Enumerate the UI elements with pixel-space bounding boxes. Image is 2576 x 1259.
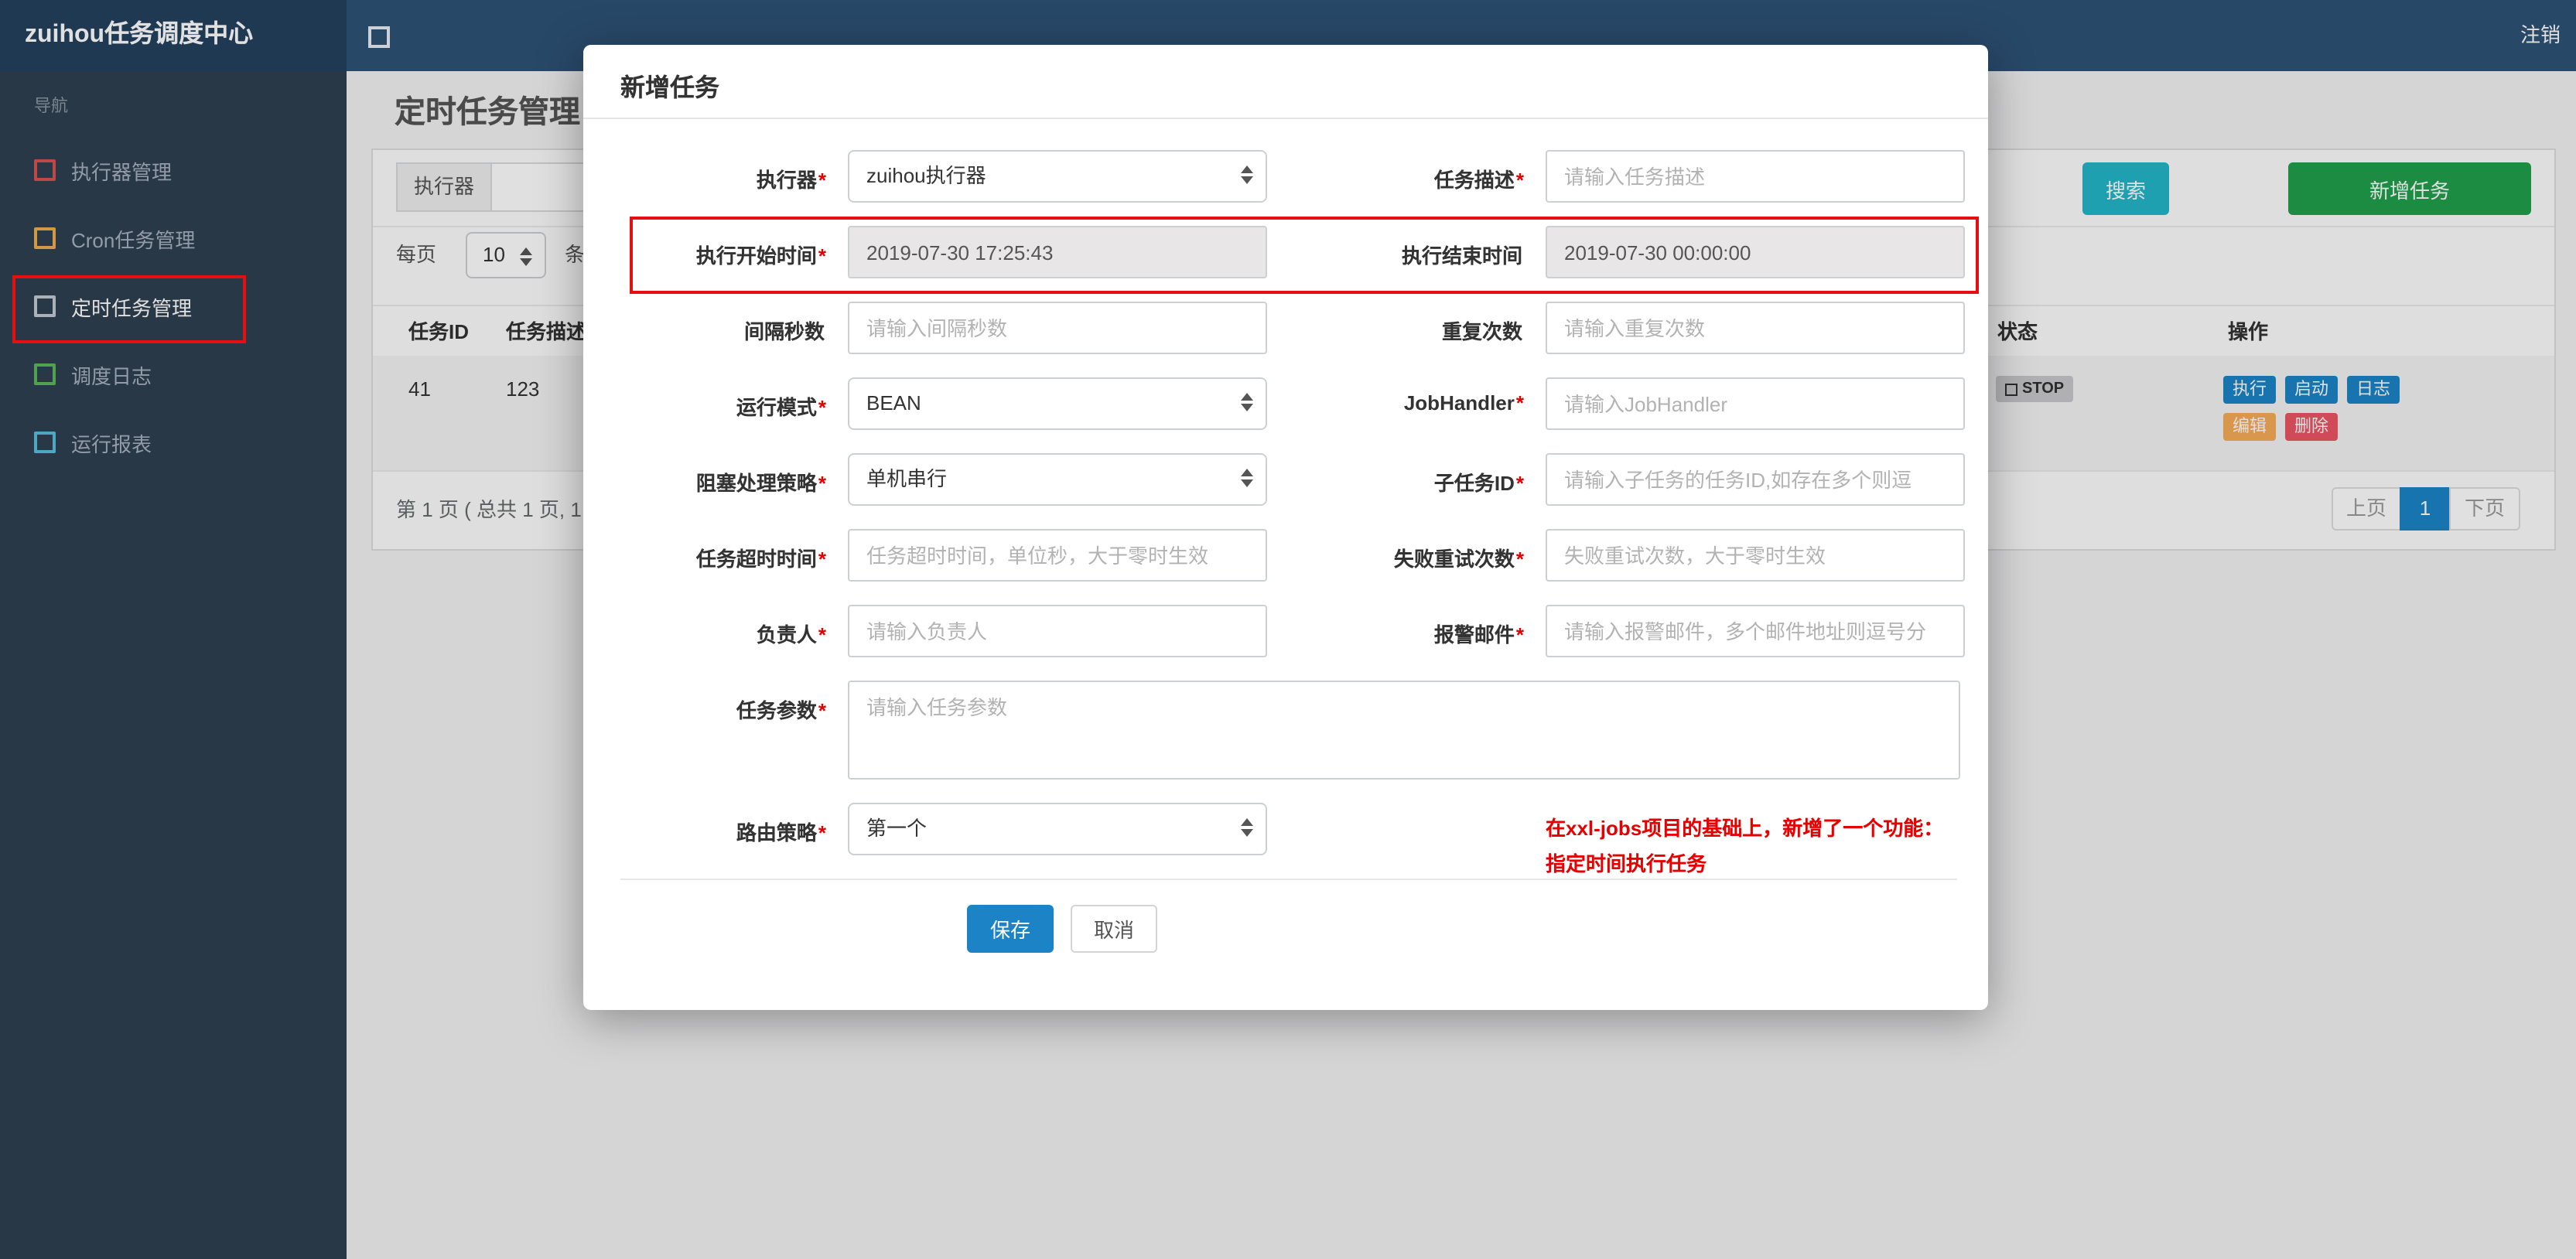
- required-asterisk: *: [818, 548, 826, 571]
- field-label-text: 运行模式: [736, 396, 817, 419]
- run-mode-select[interactable]: BEAN: [848, 377, 1267, 430]
- field-label-text: 负责人: [756, 623, 817, 647]
- executor-select[interactable]: zuihou执行器: [848, 150, 1267, 203]
- route-strategy-select[interactable]: 第一个: [848, 803, 1267, 855]
- form-row: 运行模式 * BEAN JobHandler *: [583, 377, 1988, 430]
- field-label-text: 执行器: [756, 169, 817, 192]
- field-label-text: 执行开始时间: [695, 244, 817, 268]
- field-label: 阻塞处理策略 *: [583, 453, 848, 506]
- field-label: 任务描述 *: [1267, 150, 1546, 203]
- field-label-text: 报警邮件: [1433, 623, 1515, 647]
- start-time-input[interactable]: [848, 226, 1267, 278]
- field-label: 任务参数 *: [583, 681, 848, 787]
- field-label-text: 重复次数: [1441, 320, 1522, 343]
- required-asterisk: *: [1515, 472, 1524, 495]
- select-arrows-icon: [1241, 469, 1253, 487]
- field-label: 执行器 *: [583, 150, 848, 203]
- select-arrows-icon: [1241, 393, 1253, 411]
- required-asterisk: *: [1515, 169, 1524, 192]
- select-arrows-icon: [1241, 165, 1253, 184]
- feature-note-line1: 在xxl-jobs项目的基础上，新增了一个功能：: [1546, 817, 1944, 840]
- required-asterisk: *: [1515, 391, 1524, 415]
- field-label: 负责人 *: [583, 605, 848, 657]
- required-asterisk: *: [818, 623, 826, 647]
- field-label-text: 失败重试次数: [1393, 548, 1515, 571]
- cancel-button[interactable]: 取消: [1071, 905, 1158, 953]
- field-label: 执行结束时间: [1267, 226, 1546, 278]
- form-row: 执行器 * zuihou执行器 任务描述 *: [583, 150, 1988, 203]
- field-label: 间隔秒数: [583, 302, 848, 354]
- field-label: 子任务ID *: [1267, 453, 1546, 506]
- save-button[interactable]: 保存: [967, 905, 1054, 953]
- required-asterisk: *: [1515, 623, 1524, 647]
- required-asterisk: *: [818, 244, 826, 268]
- field-label-text: 间隔秒数: [743, 320, 825, 343]
- fail-retry-input[interactable]: [1546, 529, 1965, 582]
- interval-seconds-input[interactable]: [848, 302, 1267, 354]
- job-desc-input[interactable]: [1546, 150, 1965, 203]
- field-label-text: 阻塞处理策略: [695, 472, 817, 495]
- form-row: 任务参数 *: [583, 681, 1988, 787]
- field-label: 路由策略 *: [583, 803, 848, 882]
- end-time-input[interactable]: [1546, 226, 1965, 278]
- select-value: zuihou执行器: [866, 164, 986, 187]
- form-row: 间隔秒数 重复次数: [583, 302, 1988, 354]
- block-strategy-select[interactable]: 单机串行: [848, 453, 1267, 506]
- required-asterisk: *: [1515, 548, 1524, 571]
- form-row: 执行开始时间* 执行结束时间: [583, 226, 1988, 278]
- field-label-spacer: [1267, 803, 1546, 882]
- field-label: 重复次数: [1267, 302, 1546, 354]
- timeout-input[interactable]: [848, 529, 1267, 582]
- field-label-text: 子任务ID: [1433, 472, 1515, 495]
- field-label-text: 执行结束时间: [1401, 244, 1522, 268]
- select-value: 第一个: [866, 817, 928, 840]
- required-asterisk: *: [818, 169, 826, 192]
- field-label: 失败重试次数 *: [1267, 529, 1546, 582]
- form-row: 路由策略 * 第一个 在xxl-jobs项目的基础上，新增了一个功能： 指定时间执…: [583, 803, 1988, 882]
- screen: zuihou任务调度中心 注销 导航 执行器管理 Cron任务管理 定时任务管理…: [0, 0, 2576, 1259]
- field-label-text: 任务描述: [1433, 169, 1515, 192]
- field-label: 报警邮件 *: [1267, 605, 1546, 657]
- field-label: 执行开始时间 *: [583, 226, 848, 278]
- owner-input[interactable]: [848, 605, 1267, 657]
- required-asterisk: *: [818, 821, 826, 844]
- repeat-count-input[interactable]: [1546, 302, 1965, 354]
- select-value: 单机串行: [866, 467, 948, 490]
- form-row: 任务超时时间* 失败重试次数*: [583, 529, 1988, 582]
- select-value: BEAN: [866, 391, 921, 415]
- form-divider: [620, 879, 1957, 880]
- form-row: 负责人* 报警邮件*: [583, 605, 1988, 657]
- job-param-textarea[interactable]: [848, 681, 1960, 780]
- alarm-email-input[interactable]: [1546, 605, 1965, 657]
- field-label: 任务超时时间 *: [583, 529, 848, 582]
- field-label-text: JobHandler: [1403, 391, 1515, 415]
- field-label-text: 任务超时时间: [695, 548, 817, 571]
- required-asterisk: *: [818, 472, 826, 495]
- modal-buttons: 保存 取消: [967, 905, 1158, 953]
- field-label: JobHandler *: [1267, 377, 1546, 430]
- form-row: 阻塞处理策略 * 单机串行 子任务ID *: [583, 453, 1988, 506]
- field-label-text: 路由策略: [736, 821, 817, 844]
- required-asterisk: *: [818, 396, 826, 419]
- select-arrows-icon: [1241, 818, 1253, 837]
- modal-title: 新增任务: [583, 45, 1988, 119]
- field-label-text: 任务参数: [736, 699, 817, 722]
- field-label: 运行模式 *: [583, 377, 848, 430]
- job-handler-input[interactable]: [1546, 377, 1965, 430]
- feature-note: 在xxl-jobs项目的基础上，新增了一个功能： 指定时间执行任务: [1546, 803, 1965, 882]
- child-job-id-input[interactable]: [1546, 453, 1965, 506]
- add-task-modal: 新增任务 执行器* zuihou执行器 任务描述* 执行开始时间* 执行结束时间…: [583, 45, 1988, 1010]
- feature-note-line2: 指定时间执行任务: [1546, 852, 1707, 875]
- required-asterisk: *: [818, 699, 826, 722]
